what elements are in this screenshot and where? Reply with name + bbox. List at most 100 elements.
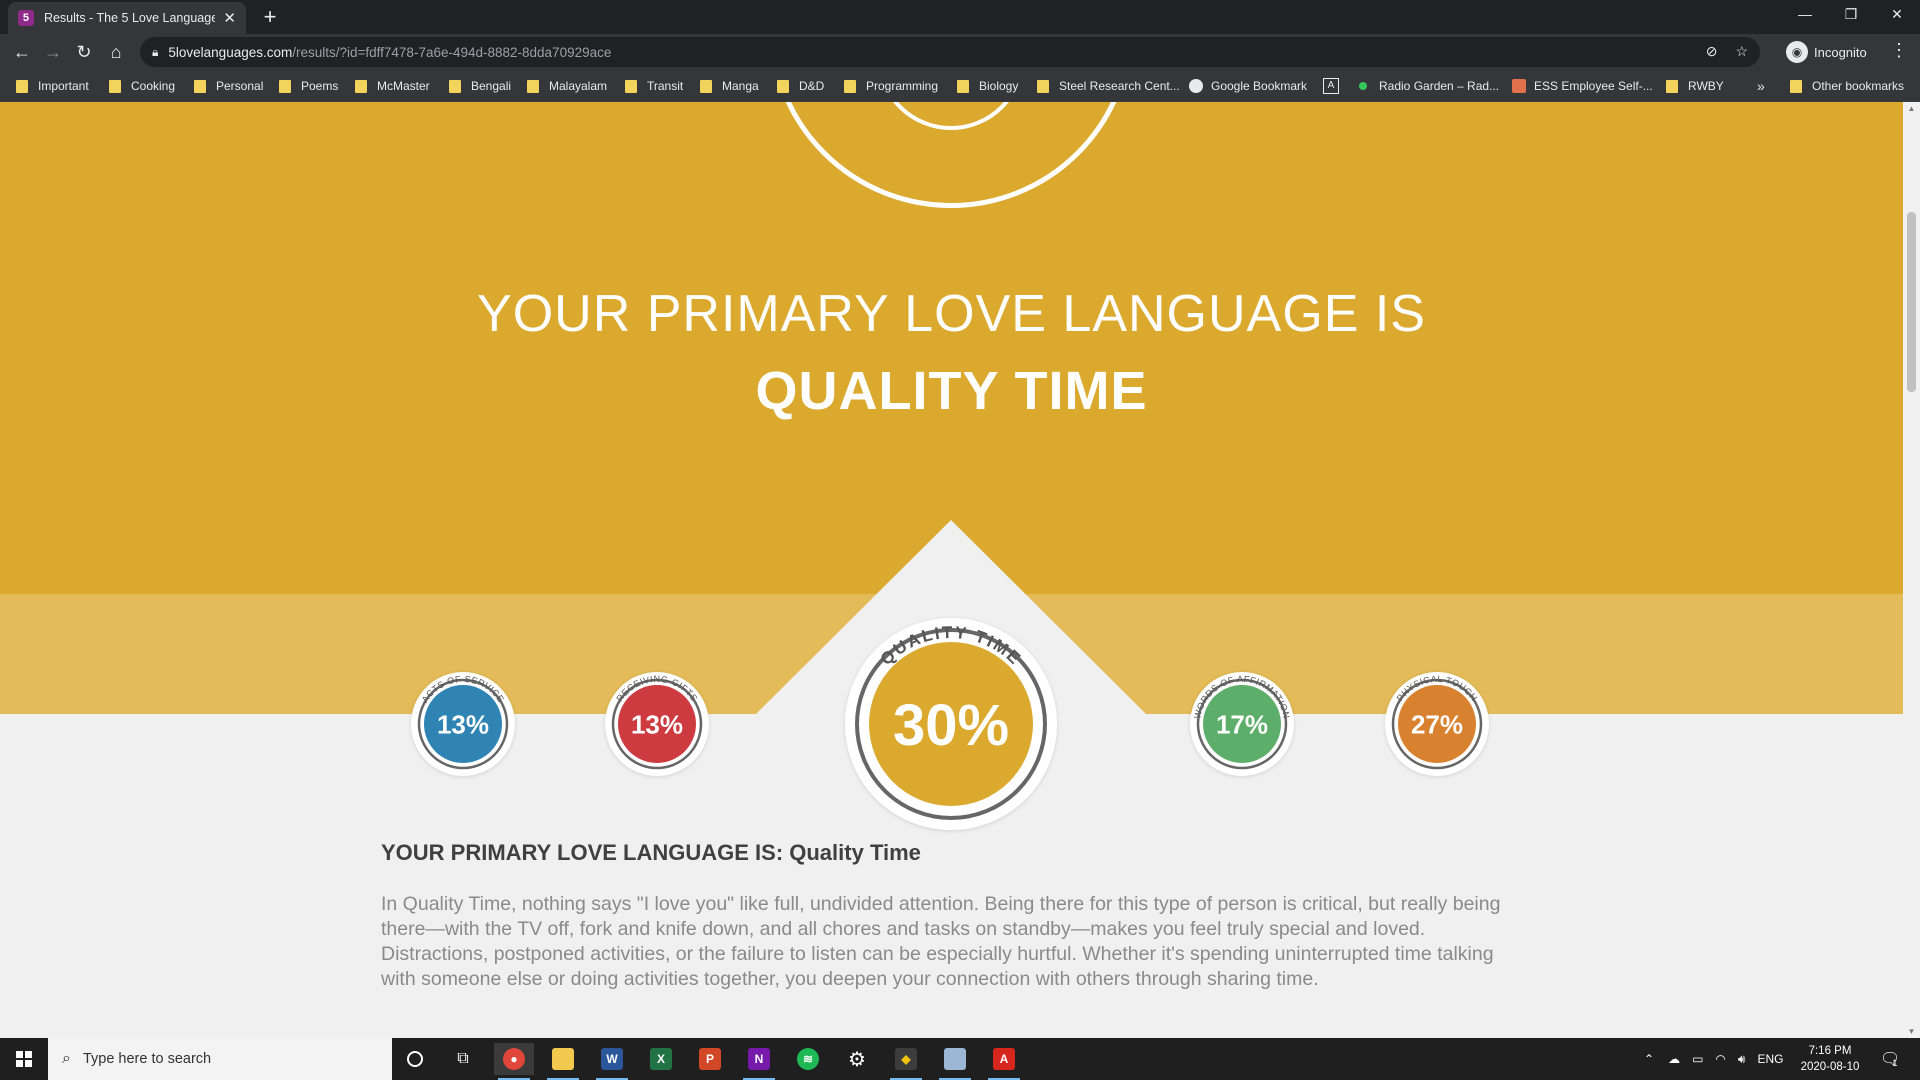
other-bookmarks-folder[interactable]: Other bookmarks: [1790, 77, 1904, 95]
bookmark-folder[interactable]: Transit: [625, 77, 683, 95]
close-window-button[interactable]: ✕: [1874, 0, 1920, 30]
language-indicator[interactable]: ENG: [1757, 1052, 1783, 1066]
ess-icon: [1512, 79, 1526, 93]
minimize-button[interactable]: —: [1782, 0, 1828, 30]
home-icon[interactable]: ⌂: [104, 40, 128, 64]
powerpoint-icon: P: [699, 1048, 721, 1070]
bookmarks-overflow-button[interactable]: »: [1757, 77, 1765, 95]
bookmark-label: Radio Garden – Rad...: [1379, 79, 1500, 93]
bookmark-label: Personal: [216, 79, 264, 93]
settings-app[interactable]: ⚙: [837, 1043, 877, 1075]
score-badge-words-of-affirmation: WORDS OF AFFIRMATION 17%: [1190, 672, 1294, 776]
wifi-icon[interactable]: ◠: [1715, 1052, 1725, 1066]
clock-time: 7:16 PM: [1808, 1045, 1852, 1057]
forward-arrow-icon[interactable]: →: [41, 40, 65, 64]
bookmark-folder[interactable]: Personal: [194, 77, 263, 95]
bookmark-folder[interactable]: Biology: [957, 77, 1018, 95]
notepad-app[interactable]: [935, 1043, 975, 1080]
url-domain: 5lovelanguages.com: [168, 44, 293, 60]
battery-icon[interactable]: ▭: [1692, 1052, 1703, 1066]
onedrive-icon[interactable]: ☁: [1668, 1052, 1680, 1066]
bookmark-star-icon[interactable]: ☆: [1735, 43, 1748, 60]
powerpoint-app[interactable]: P: [690, 1043, 730, 1075]
system-tray: ⌃ ☁ ▭ ◠ 🔊︎ ENG: [1644, 1038, 1783, 1080]
excel-app[interactable]: X: [641, 1043, 681, 1075]
restore-button[interactable]: ❐: [1828, 0, 1874, 30]
bookmark-folder[interactable]: Steel Research Cent...: [1037, 77, 1180, 95]
chrome-icon: ●: [503, 1048, 525, 1070]
spotify-icon: ≋: [797, 1048, 819, 1070]
bookmark-link[interactable]: ESS Employee Self-...: [1512, 77, 1653, 95]
notepad-icon: [944, 1048, 966, 1070]
folder-icon: [449, 79, 461, 93]
new-tab-button[interactable]: +: [258, 4, 282, 30]
bookmark-link[interactable]: Radio Garden – Rad...: [1359, 77, 1499, 95]
tracking-blocked-icon[interactable]: ⊘: [1706, 43, 1718, 60]
page-viewport: YOUR PRIMARY LOVE LANGUAGE IS QUALITY TI…: [0, 102, 1903, 1038]
start-button[interactable]: [0, 1038, 48, 1080]
back-arrow-icon[interactable]: ←: [10, 40, 34, 64]
cortana-button[interactable]: [395, 1043, 435, 1075]
clock-date: 2020-08-10: [1800, 1061, 1860, 1073]
gear-icon: ⚙: [848, 1048, 866, 1071]
close-tab-icon[interactable]: ✕: [223, 9, 236, 27]
folder-icon: [844, 79, 856, 93]
menu-kebab-icon[interactable]: ⋮: [1890, 40, 1908, 61]
bookmark-label: Google Bookmark: [1211, 79, 1308, 93]
bookmark-folder[interactable]: Bengali: [449, 77, 511, 95]
folder-icon: [957, 79, 969, 93]
bookmark-folder[interactable]: Programming: [844, 77, 938, 95]
site-favicon-icon: 5: [18, 10, 34, 26]
bookmark-label: Transit: [647, 79, 684, 93]
acrobat-app[interactable]: A: [984, 1043, 1024, 1080]
notification-count: 1: [1892, 1058, 1898, 1068]
chrome-taskbar-app[interactable]: ●: [494, 1043, 534, 1080]
clock[interactable]: 7:16 PM 2020-08-10: [1790, 1043, 1870, 1075]
bookmark-folder[interactable]: RWBY: [1666, 77, 1724, 95]
bookmarks-bar: Important Cooking Personal Poems McMaste…: [0, 70, 1920, 102]
bookmark-link[interactable]: Google Bookmark: [1189, 77, 1307, 95]
volume-icon[interactable]: 🔊︎: [1738, 1052, 1746, 1067]
bookmark-label: RWBY: [1688, 79, 1724, 93]
taskbar-search[interactable]: ⌕ Type here to search: [48, 1038, 392, 1080]
bookmark-label: McMaster: [377, 79, 430, 93]
page-scrollbar[interactable]: ▲ ▼: [1903, 102, 1920, 1038]
reload-icon[interactable]: ↻: [72, 40, 96, 64]
folder-icon: [625, 79, 637, 93]
folder-icon: [1790, 79, 1802, 93]
bookmark-folder[interactable]: Manga: [700, 77, 759, 95]
address-bar[interactable]: 🔒︎ 5lovelanguages.com/results/?id=fdff74…: [140, 37, 1760, 67]
file-explorer-app[interactable]: [543, 1043, 583, 1080]
scroll-down-icon[interactable]: ▼: [1903, 1027, 1920, 1036]
bookmark-link[interactable]: A: [1323, 77, 1339, 95]
bookmark-folder[interactable]: Malayalam: [527, 77, 607, 95]
bookmark-folder[interactable]: D&D: [777, 77, 824, 95]
chevron-up-icon[interactable]: ⌃: [1644, 1052, 1654, 1066]
word-app[interactable]: W: [592, 1043, 632, 1080]
scroll-thumb[interactable]: [1907, 212, 1916, 392]
incognito-profile-button[interactable]: ◉ Incognito: [1786, 38, 1867, 66]
bookmark-folder[interactable]: McMaster: [355, 77, 430, 95]
incognito-icon: ◉: [1786, 41, 1808, 63]
bookmark-folder[interactable]: Cooking: [109, 77, 175, 95]
bookmark-label: Poems: [301, 79, 339, 93]
scroll-up-icon[interactable]: ▲: [1903, 104, 1920, 113]
bookmark-folder[interactable]: Important: [16, 77, 89, 95]
url-path: /results/?id=fdff7478-7a6e-494d-8882-8dd…: [292, 44, 612, 60]
folder-icon: [16, 79, 28, 93]
bookmark-label: Steel Research Cent...: [1059, 79, 1180, 93]
bookmark-label: Other bookmarks: [1812, 79, 1905, 93]
spotify-app[interactable]: ≋: [788, 1043, 828, 1075]
task-view-icon: ⧉: [457, 1050, 469, 1067]
badge-value: 17%: [1216, 709, 1268, 739]
task-view-button[interactable]: ⧉: [443, 1043, 483, 1075]
bookmark-folder[interactable]: Poems: [279, 77, 338, 95]
onenote-app[interactable]: N: [739, 1043, 779, 1080]
folder-icon: [355, 79, 367, 93]
tab-strip: 5 Results - The 5 Love Languages® ✕ + — …: [0, 0, 1920, 34]
bookmark-label: Bengali: [471, 79, 512, 93]
notifications-button[interactable]: 🗨︎ 1: [1880, 1038, 1900, 1080]
onenote-icon: N: [748, 1048, 770, 1070]
tab-active[interactable]: 5 Results - The 5 Love Languages® ✕: [8, 2, 246, 34]
git-app[interactable]: ◆: [886, 1043, 926, 1080]
